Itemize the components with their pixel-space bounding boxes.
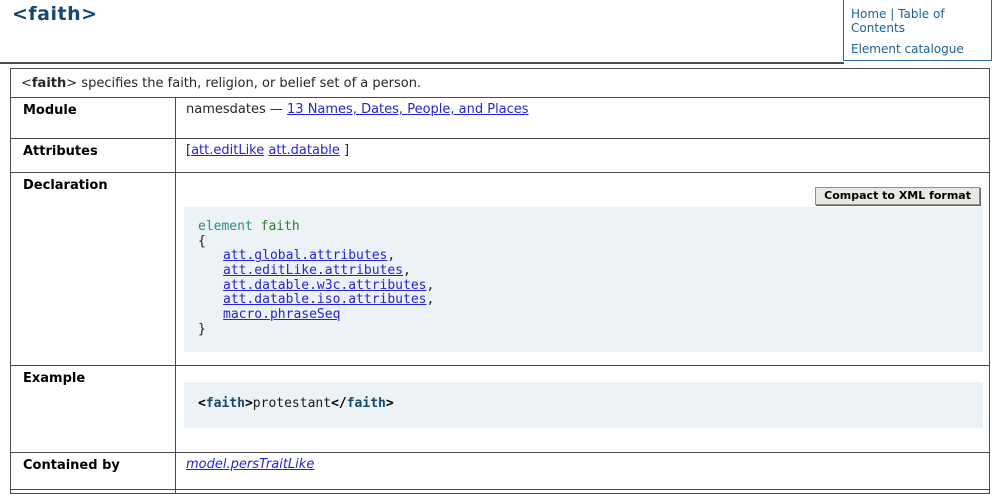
contained-by-model-link[interactable]: model.persTraitLike [186, 457, 314, 472]
example-code-block: <faith>protestant</faith> [184, 382, 983, 428]
comma: , [427, 292, 435, 307]
declaration-brace-close: } [198, 323, 969, 338]
example-close-bracket-close: > [386, 396, 394, 411]
declaration-value-cell: Compact to XML format element faith { at… [176, 173, 990, 366]
nav-link-home[interactable]: Home [851, 7, 886, 21]
header-divider [0, 62, 844, 64]
element-spec-table: <faith> specifies the faith, religion, o… [10, 68, 990, 494]
description-tag-open: < [21, 76, 32, 91]
comma: , [427, 278, 435, 293]
attribute-class-link-datable[interactable]: att.datable [268, 143, 339, 158]
declaration-link-macro-phraseseq[interactable]: macro.phraseSeq [223, 307, 340, 322]
example-content-text: protestant [253, 396, 331, 411]
example-open-bracket: < [198, 396, 206, 411]
example-close-bracket: </ [331, 396, 347, 411]
table-row-declaration: Declaration Compact to XML format elemen… [11, 173, 990, 366]
attribute-class-link-editlike[interactable]: att.editLike [191, 143, 264, 158]
description-cell: <faith> specifies the faith, religion, o… [11, 69, 990, 98]
module-label: Module [11, 98, 176, 139]
table-row-example: Example <faith>protestant</faith> [11, 366, 990, 453]
example-value-cell: <faith>protestant</faith> [176, 366, 990, 453]
page: <faith> Home | Table of Contents Element… [0, 0, 996, 492]
declaration-code-block: element faith { att.global.attributes, a… [184, 207, 983, 352]
attributes-value-cell: [att.editLike att.datable ] [176, 139, 990, 173]
declaration-link-att-editlike-attributes[interactable]: att.editLike.attributes [223, 263, 403, 278]
module-name: namesdates [186, 102, 266, 117]
declaration-link-att-datable-w3c-attributes[interactable]: att.datable.w3c.attributes [223, 278, 427, 293]
example-label: Example [11, 366, 176, 453]
declaration-label: Declaration [11, 173, 176, 366]
nav-box: Home | Table of Contents Element catalog… [843, 0, 992, 61]
table-row-module: Module namesdates — 13 Names, Dates, Peo… [11, 98, 990, 139]
attributes-label: Attributes [11, 139, 176, 173]
declaration-brace-open: { [198, 235, 969, 250]
compact-to-xml-button[interactable]: Compact to XML format [815, 187, 980, 205]
nav-line-primary: Home | Table of Contents [851, 7, 984, 35]
declaration-code-line: macro.phraseSeq [198, 308, 969, 323]
table-row-attributes: Attributes [att.editLike att.datable ] [11, 139, 990, 173]
comma: , [387, 248, 395, 263]
nav-link-element-catalogue[interactable]: Element catalogue [851, 42, 964, 56]
declaration-code-line: att.datable.iso.attributes, [198, 293, 969, 308]
declaration-element-name: faith [261, 219, 300, 234]
example-open-bracket-close: > [245, 396, 253, 411]
comma: , [403, 263, 411, 278]
module-value-cell: namesdates — 13 Names, Dates, People, an… [176, 98, 990, 139]
description-tag-name: faith [32, 76, 66, 91]
declaration-toolbar: Compact to XML format [176, 187, 980, 205]
contained-by-value-cell: model.persTraitLike [176, 453, 990, 490]
description-text: specifies the faith, religion, or belief… [77, 76, 421, 91]
description-tag-close: > [66, 76, 77, 91]
nav-line-secondary: Element catalogue [851, 42, 984, 56]
declaration-code-line: att.editLike.attributes, [198, 264, 969, 279]
example-close-tag-name: faith [347, 396, 386, 411]
module-dash: — [270, 102, 283, 117]
example-open-tag-name: faith [206, 396, 245, 411]
declaration-code-line: element faith [198, 220, 969, 235]
declaration-code-line: att.datable.w3c.attributes, [198, 279, 969, 294]
declaration-keyword: element [198, 219, 253, 234]
example-code-line: <faith>protestant</faith> [198, 397, 969, 412]
declaration-code-line: att.global.attributes, [198, 249, 969, 264]
table-row-description: <faith> specifies the faith, religion, o… [11, 69, 990, 98]
declaration-link-att-datable-iso-attributes[interactable]: att.datable.iso.attributes [223, 292, 427, 307]
page-title: <faith> [12, 3, 98, 25]
table-row-contained-by: Contained by model.persTraitLike [11, 453, 990, 490]
contained-by-label: Contained by [11, 453, 176, 490]
declaration-link-att-global-attributes[interactable]: att.global.attributes [223, 248, 387, 263]
attributes-bracket-close: ] [344, 143, 349, 158]
module-chapter-link[interactable]: 13 Names, Dates, People, and Places [287, 102, 529, 117]
nav-separator: | [890, 7, 894, 21]
